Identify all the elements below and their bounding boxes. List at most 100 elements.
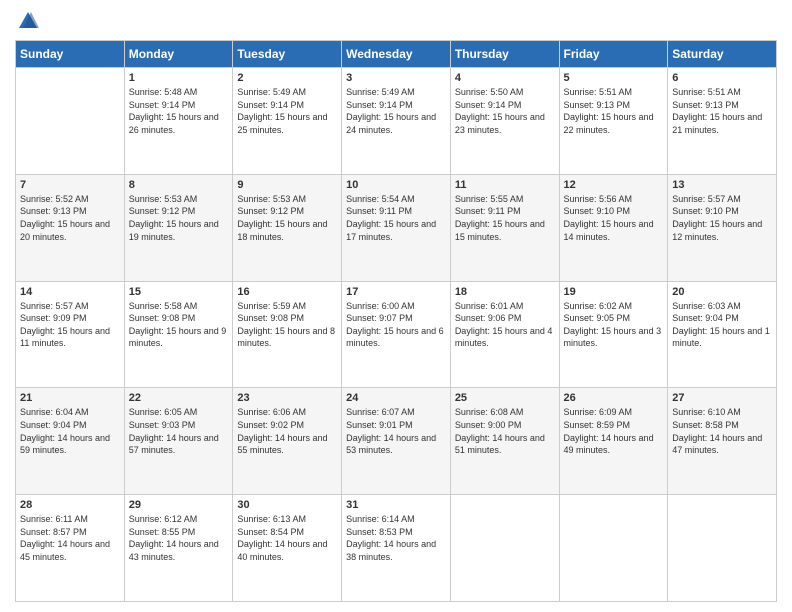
day-number: 11 xyxy=(455,179,555,191)
calendar-day-cell: 26 Sunrise: 6:09 AMSunset: 8:59 PMDaylig… xyxy=(559,388,668,495)
day-info: Sunrise: 5:51 AMSunset: 9:13 PMDaylight:… xyxy=(672,86,772,136)
day-number: 5 xyxy=(564,72,664,84)
day-number: 20 xyxy=(672,286,772,298)
day-info: Sunrise: 5:53 AMSunset: 9:12 PMDaylight:… xyxy=(237,193,337,243)
day-number: 24 xyxy=(346,392,446,404)
day-info: Sunrise: 5:48 AMSunset: 9:14 PMDaylight:… xyxy=(129,86,229,136)
day-info: Sunrise: 6:11 AMSunset: 8:57 PMDaylight:… xyxy=(20,513,120,563)
day-number: 30 xyxy=(237,499,337,511)
page: SundayMondayTuesdayWednesdayThursdayFrid… xyxy=(0,0,792,612)
weekday-header-row: SundayMondayTuesdayWednesdayThursdayFrid… xyxy=(16,41,777,68)
calendar-day-cell: 15 Sunrise: 5:58 AMSunset: 9:08 PMDaylig… xyxy=(124,281,233,388)
header xyxy=(15,10,777,32)
calendar-day-cell: 18 Sunrise: 6:01 AMSunset: 9:06 PMDaylig… xyxy=(450,281,559,388)
calendar-day-cell: 8 Sunrise: 5:53 AMSunset: 9:12 PMDayligh… xyxy=(124,174,233,281)
day-info: Sunrise: 6:08 AMSunset: 9:00 PMDaylight:… xyxy=(455,406,555,456)
calendar-day-cell: 30 Sunrise: 6:13 AMSunset: 8:54 PMDaylig… xyxy=(233,495,342,602)
day-number: 28 xyxy=(20,499,120,511)
day-info: Sunrise: 5:49 AMSunset: 9:14 PMDaylight:… xyxy=(346,86,446,136)
day-number: 16 xyxy=(237,286,337,298)
day-info: Sunrise: 6:02 AMSunset: 9:05 PMDaylight:… xyxy=(564,300,664,350)
day-number: 4 xyxy=(455,72,555,84)
day-info: Sunrise: 6:04 AMSunset: 9:04 PMDaylight:… xyxy=(20,406,120,456)
day-number: 29 xyxy=(129,499,229,511)
calendar-day-cell xyxy=(559,495,668,602)
calendar-day-cell: 11 Sunrise: 5:55 AMSunset: 9:11 PMDaylig… xyxy=(450,174,559,281)
calendar-day-cell: 17 Sunrise: 6:00 AMSunset: 9:07 PMDaylig… xyxy=(342,281,451,388)
day-info: Sunrise: 5:56 AMSunset: 9:10 PMDaylight:… xyxy=(564,193,664,243)
calendar-day-cell: 1 Sunrise: 5:48 AMSunset: 9:14 PMDayligh… xyxy=(124,68,233,175)
day-number: 22 xyxy=(129,392,229,404)
day-number: 10 xyxy=(346,179,446,191)
day-info: Sunrise: 6:07 AMSunset: 9:01 PMDaylight:… xyxy=(346,406,446,456)
calendar-day-cell: 14 Sunrise: 5:57 AMSunset: 9:09 PMDaylig… xyxy=(16,281,125,388)
calendar-day-cell: 6 Sunrise: 5:51 AMSunset: 9:13 PMDayligh… xyxy=(668,68,777,175)
day-number: 8 xyxy=(129,179,229,191)
weekday-header-cell: Saturday xyxy=(668,41,777,68)
calendar-day-cell: 24 Sunrise: 6:07 AMSunset: 9:01 PMDaylig… xyxy=(342,388,451,495)
calendar-day-cell: 7 Sunrise: 5:52 AMSunset: 9:13 PMDayligh… xyxy=(16,174,125,281)
day-info: Sunrise: 6:01 AMSunset: 9:06 PMDaylight:… xyxy=(455,300,555,350)
calendar-week-row: 7 Sunrise: 5:52 AMSunset: 9:13 PMDayligh… xyxy=(16,174,777,281)
day-number: 19 xyxy=(564,286,664,298)
day-number: 15 xyxy=(129,286,229,298)
weekday-header-cell: Monday xyxy=(124,41,233,68)
calendar-week-row: 21 Sunrise: 6:04 AMSunset: 9:04 PMDaylig… xyxy=(16,388,777,495)
day-info: Sunrise: 5:50 AMSunset: 9:14 PMDaylight:… xyxy=(455,86,555,136)
calendar-day-cell: 4 Sunrise: 5:50 AMSunset: 9:14 PMDayligh… xyxy=(450,68,559,175)
day-number: 23 xyxy=(237,392,337,404)
weekday-header-cell: Thursday xyxy=(450,41,559,68)
calendar-day-cell xyxy=(16,68,125,175)
day-info: Sunrise: 5:53 AMSunset: 9:12 PMDaylight:… xyxy=(129,193,229,243)
day-info: Sunrise: 5:49 AMSunset: 9:14 PMDaylight:… xyxy=(237,86,337,136)
calendar-day-cell: 29 Sunrise: 6:12 AMSunset: 8:55 PMDaylig… xyxy=(124,495,233,602)
day-number: 12 xyxy=(564,179,664,191)
day-number: 9 xyxy=(237,179,337,191)
day-info: Sunrise: 5:59 AMSunset: 9:08 PMDaylight:… xyxy=(237,300,337,350)
calendar-day-cell: 19 Sunrise: 6:02 AMSunset: 9:05 PMDaylig… xyxy=(559,281,668,388)
day-number: 31 xyxy=(346,499,446,511)
weekday-header-cell: Wednesday xyxy=(342,41,451,68)
calendar-body: 1 Sunrise: 5:48 AMSunset: 9:14 PMDayligh… xyxy=(16,68,777,602)
day-info: Sunrise: 6:03 AMSunset: 9:04 PMDaylight:… xyxy=(672,300,772,350)
day-number: 17 xyxy=(346,286,446,298)
day-number: 26 xyxy=(564,392,664,404)
calendar-day-cell: 13 Sunrise: 5:57 AMSunset: 9:10 PMDaylig… xyxy=(668,174,777,281)
day-number: 14 xyxy=(20,286,120,298)
day-info: Sunrise: 6:13 AMSunset: 8:54 PMDaylight:… xyxy=(237,513,337,563)
day-number: 18 xyxy=(455,286,555,298)
day-info: Sunrise: 5:55 AMSunset: 9:11 PMDaylight:… xyxy=(455,193,555,243)
calendar-day-cell: 12 Sunrise: 5:56 AMSunset: 9:10 PMDaylig… xyxy=(559,174,668,281)
calendar-table: SundayMondayTuesdayWednesdayThursdayFrid… xyxy=(15,40,777,602)
day-number: 3 xyxy=(346,72,446,84)
day-info: Sunrise: 5:58 AMSunset: 9:08 PMDaylight:… xyxy=(129,300,229,350)
day-info: Sunrise: 5:57 AMSunset: 9:10 PMDaylight:… xyxy=(672,193,772,243)
calendar-day-cell: 22 Sunrise: 6:05 AMSunset: 9:03 PMDaylig… xyxy=(124,388,233,495)
calendar-day-cell: 9 Sunrise: 5:53 AMSunset: 9:12 PMDayligh… xyxy=(233,174,342,281)
weekday-header-cell: Tuesday xyxy=(233,41,342,68)
calendar-day-cell: 31 Sunrise: 6:14 AMSunset: 8:53 PMDaylig… xyxy=(342,495,451,602)
day-number: 7 xyxy=(20,179,120,191)
calendar-day-cell: 25 Sunrise: 6:08 AMSunset: 9:00 PMDaylig… xyxy=(450,388,559,495)
day-info: Sunrise: 6:06 AMSunset: 9:02 PMDaylight:… xyxy=(237,406,337,456)
calendar-day-cell: 23 Sunrise: 6:06 AMSunset: 9:02 PMDaylig… xyxy=(233,388,342,495)
day-info: Sunrise: 6:05 AMSunset: 9:03 PMDaylight:… xyxy=(129,406,229,456)
calendar-day-cell: 10 Sunrise: 5:54 AMSunset: 9:11 PMDaylig… xyxy=(342,174,451,281)
calendar-day-cell: 20 Sunrise: 6:03 AMSunset: 9:04 PMDaylig… xyxy=(668,281,777,388)
day-info: Sunrise: 5:57 AMSunset: 9:09 PMDaylight:… xyxy=(20,300,120,350)
logo-icon xyxy=(17,10,39,32)
weekday-header-cell: Sunday xyxy=(16,41,125,68)
day-info: Sunrise: 6:00 AMSunset: 9:07 PMDaylight:… xyxy=(346,300,446,350)
day-info: Sunrise: 5:52 AMSunset: 9:13 PMDaylight:… xyxy=(20,193,120,243)
calendar-day-cell: 5 Sunrise: 5:51 AMSunset: 9:13 PMDayligh… xyxy=(559,68,668,175)
day-number: 6 xyxy=(672,72,772,84)
day-number: 25 xyxy=(455,392,555,404)
calendar-day-cell: 3 Sunrise: 5:49 AMSunset: 9:14 PMDayligh… xyxy=(342,68,451,175)
day-number: 2 xyxy=(237,72,337,84)
calendar-day-cell: 28 Sunrise: 6:11 AMSunset: 8:57 PMDaylig… xyxy=(16,495,125,602)
calendar-day-cell xyxy=(668,495,777,602)
day-number: 21 xyxy=(20,392,120,404)
calendar-week-row: 1 Sunrise: 5:48 AMSunset: 9:14 PMDayligh… xyxy=(16,68,777,175)
weekday-header-cell: Friday xyxy=(559,41,668,68)
day-info: Sunrise: 6:09 AMSunset: 8:59 PMDaylight:… xyxy=(564,406,664,456)
